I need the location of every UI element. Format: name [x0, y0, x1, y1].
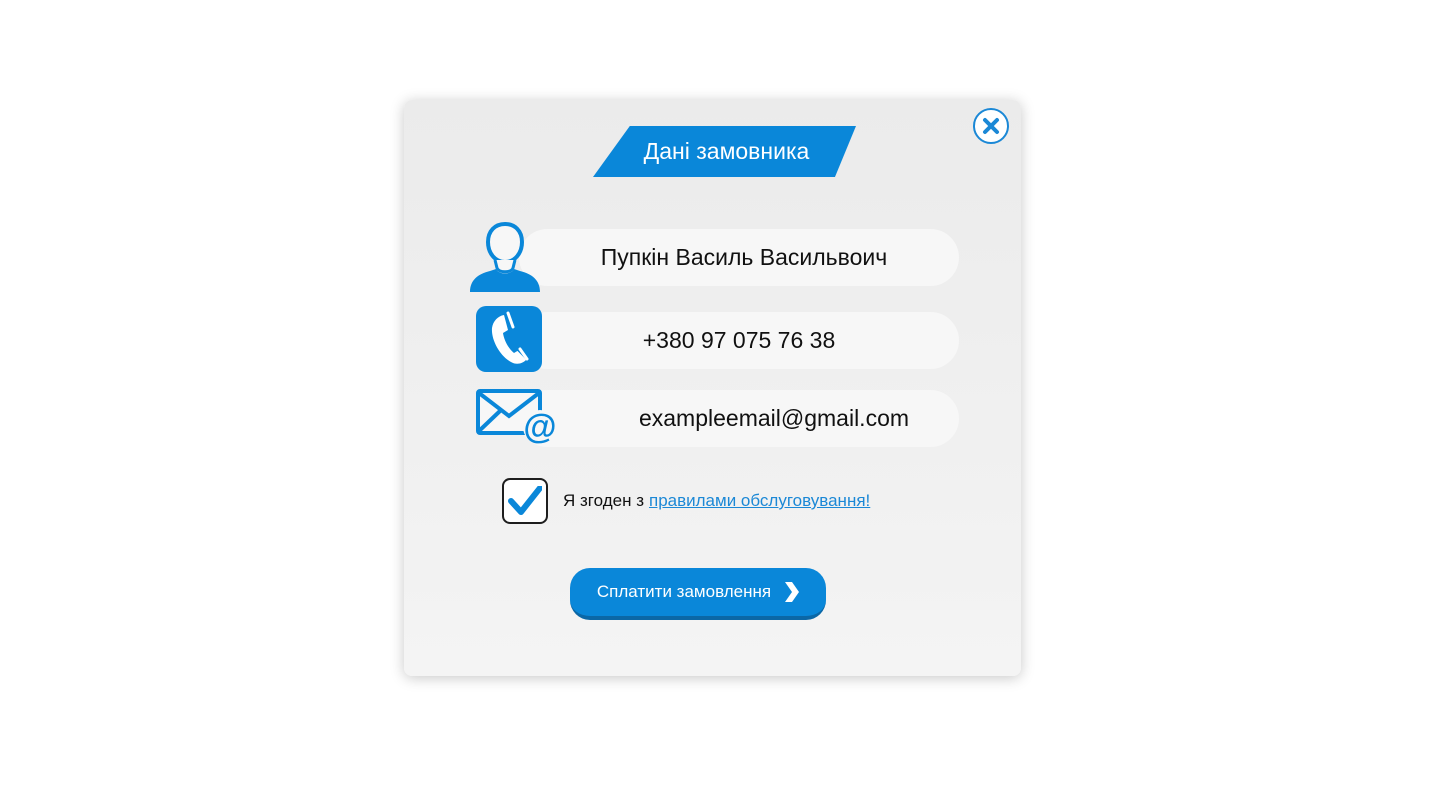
modal-title-banner: Дані замовника	[593, 126, 856, 177]
terms-link[interactable]: правилами обслуговування!	[649, 491, 870, 511]
agreement-row: Я згоден з правилами обслуговування!	[502, 478, 870, 524]
close-button[interactable]	[973, 108, 1009, 144]
email-at-icon: @	[476, 389, 557, 445]
email-field[interactable]: exampleemail@gmail.com	[519, 390, 959, 447]
pay-button-label: Сплатити замовлення	[596, 582, 772, 601]
phone-field[interactable]: +380 97 075 76 38	[519, 312, 959, 369]
phone-icon	[476, 306, 542, 372]
user-icon	[470, 221, 540, 292]
agreement-text: Я згоден з	[563, 491, 644, 510]
modal-title: Дані замовника	[643, 138, 810, 164]
chevron-right-icon	[783, 582, 800, 602]
customer-data-modal: Дані замовника Пупкін Василь Васильвоич …	[404, 100, 1021, 676]
svg-text:@: @	[523, 408, 556, 445]
pay-order-button[interactable]: Сплатити замовлення	[570, 568, 826, 620]
agreement-checkbox[interactable]	[502, 478, 548, 524]
name-field[interactable]: Пупкін Василь Васильвоич	[519, 229, 959, 286]
close-icon	[983, 118, 999, 134]
checkmark-icon	[508, 486, 542, 515]
